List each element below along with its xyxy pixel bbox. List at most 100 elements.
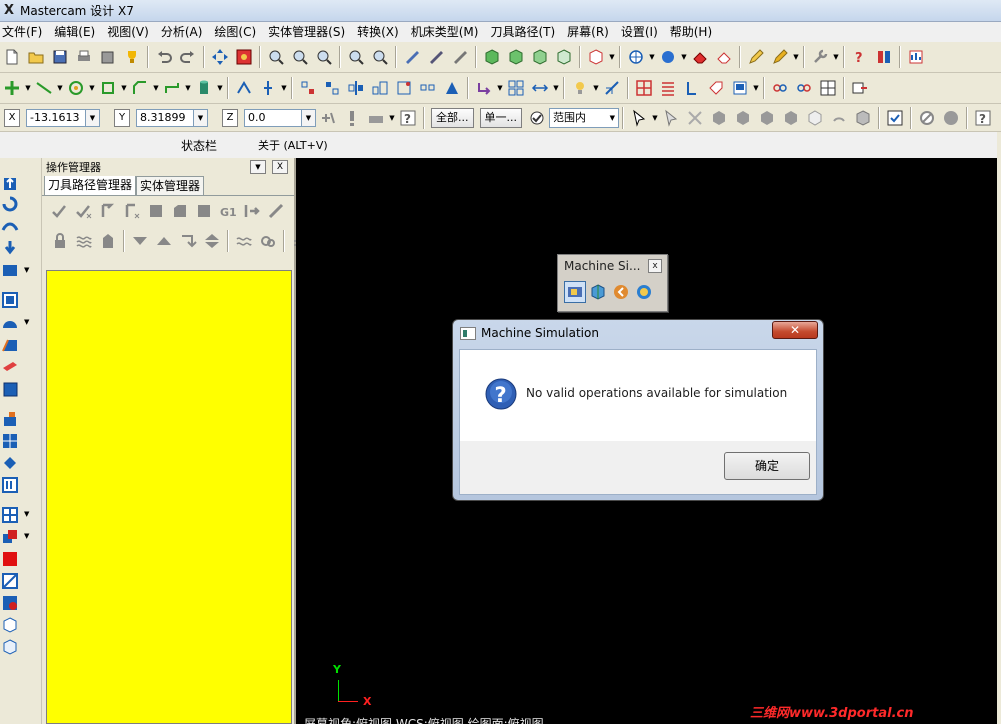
x-coordinate-label[interactable]: X bbox=[4, 108, 20, 127]
sweep-icon[interactable] bbox=[1, 218, 19, 236]
undo-icon[interactable] bbox=[153, 46, 175, 68]
selection-grip-icon[interactable] bbox=[684, 107, 706, 129]
hex-icon[interactable] bbox=[732, 107, 754, 129]
chevron-down-icon[interactable]: ▼ bbox=[120, 77, 128, 99]
wave-off-icon[interactable] bbox=[233, 230, 255, 252]
wire-cube-icon[interactable] bbox=[1, 616, 19, 634]
select-single-button[interactable]: 单一... bbox=[479, 107, 522, 128]
redo-icon[interactable] bbox=[177, 46, 199, 68]
wireframe-icon[interactable] bbox=[425, 46, 447, 68]
zoom-window-icon[interactable] bbox=[265, 46, 287, 68]
array-icon[interactable] bbox=[417, 77, 439, 99]
x-coordinate-field[interactable] bbox=[26, 108, 86, 127]
post-g1-icon[interactable]: G1 bbox=[217, 200, 239, 222]
scale-icon[interactable] bbox=[369, 77, 391, 99]
move-up-icon[interactable] bbox=[153, 230, 175, 252]
menu-view[interactable]: 视图(V) bbox=[101, 22, 155, 42]
spline-icon[interactable] bbox=[161, 77, 183, 99]
chevron-down-icon[interactable]: ▼ bbox=[88, 77, 96, 99]
open-folder-icon[interactable] bbox=[25, 46, 47, 68]
fillet-solid-icon[interactable] bbox=[1, 314, 19, 332]
menu-help[interactable]: 帮助(H) bbox=[664, 22, 718, 42]
boolean-icon[interactable] bbox=[1, 291, 19, 309]
rotate-icon[interactable] bbox=[321, 77, 343, 99]
verify-selection-icon[interactable] bbox=[526, 107, 548, 129]
circle-icon[interactable] bbox=[65, 77, 87, 99]
help-icon[interactable]: ? bbox=[849, 46, 871, 68]
chevron-down-icon[interactable]: ▼ bbox=[24, 266, 29, 274]
panel-menu-button[interactable]: ▼ bbox=[250, 160, 266, 174]
backplot-icon[interactable] bbox=[145, 200, 167, 222]
chamfer-icon[interactable] bbox=[129, 77, 151, 99]
light-icon[interactable] bbox=[569, 77, 591, 99]
move-icon[interactable] bbox=[209, 46, 231, 68]
wrench-icon[interactable] bbox=[809, 46, 831, 68]
thicken-icon[interactable] bbox=[1, 380, 19, 398]
cube-icon[interactable] bbox=[481, 46, 503, 68]
chevron-down-icon[interactable]: ▼ bbox=[496, 77, 504, 99]
y-coordinate-label[interactable]: Y bbox=[114, 108, 130, 127]
regenerate-icon[interactable] bbox=[97, 200, 119, 222]
status-bar-button[interactable]: 状态栏 bbox=[181, 137, 217, 154]
red-square-icon[interactable] bbox=[1, 550, 19, 568]
unzoom-icon[interactable] bbox=[345, 46, 367, 68]
lock-icon[interactable] bbox=[49, 230, 71, 252]
chevron-down-icon[interactable]: ▼ bbox=[792, 46, 800, 68]
machine-sim-back-icon[interactable] bbox=[610, 281, 632, 303]
chevron-down-icon[interactable]: ▼ bbox=[592, 77, 600, 99]
list-rows-icon[interactable] bbox=[657, 77, 679, 99]
verify-icon[interactable] bbox=[169, 200, 191, 222]
chevron-down-icon[interactable]: ▼ bbox=[56, 77, 64, 99]
tag-icon[interactable] bbox=[705, 77, 727, 99]
combine-icon[interactable] bbox=[1, 528, 19, 546]
move-both-icon[interactable] bbox=[201, 230, 223, 252]
ruler-icon[interactable] bbox=[365, 107, 387, 129]
no-entry-icon[interactable] bbox=[916, 107, 938, 129]
regenerate-dirty-icon[interactable] bbox=[121, 200, 143, 222]
pencil-icon[interactable] bbox=[745, 46, 767, 68]
wave-icon[interactable] bbox=[73, 230, 95, 252]
machine-sim-toolbar-titlebar[interactable]: Machine Si... x bbox=[558, 255, 667, 277]
trophy-icon[interactable] bbox=[121, 46, 143, 68]
fast-point-icon[interactable] bbox=[317, 107, 339, 129]
menu-settings[interactable]: 设置(I) bbox=[615, 22, 664, 42]
menu-file[interactable]: 文件(F) bbox=[0, 22, 48, 42]
translate-icon[interactable] bbox=[297, 77, 319, 99]
export-icon[interactable] bbox=[849, 77, 871, 99]
mirror-icon[interactable] bbox=[345, 77, 367, 99]
eraser-icon[interactable] bbox=[689, 46, 711, 68]
z-coordinate-field[interactable] bbox=[244, 108, 302, 127]
toggle-display-icon[interactable] bbox=[265, 200, 287, 222]
draft-icon[interactable] bbox=[1, 410, 19, 428]
check-box-icon[interactable] bbox=[884, 107, 906, 129]
y-coordinate-field[interactable] bbox=[136, 108, 194, 127]
chevron-down-icon[interactable]: ▼ bbox=[651, 107, 659, 129]
cube-green-icon[interactable] bbox=[505, 46, 527, 68]
chevron-down-icon[interactable]: ▼ bbox=[24, 532, 29, 540]
extrude-up-icon[interactable] bbox=[1, 175, 19, 193]
undo-curve-icon[interactable] bbox=[828, 107, 850, 129]
hidden-line-icon[interactable] bbox=[449, 46, 471, 68]
revolve-icon[interactable] bbox=[1, 195, 19, 213]
globe-icon[interactable] bbox=[625, 46, 647, 68]
table-grid-icon[interactable] bbox=[633, 77, 655, 99]
hex-icon[interactable] bbox=[756, 107, 778, 129]
shade-icon[interactable] bbox=[401, 46, 423, 68]
help-icon[interactable]: ? bbox=[972, 107, 994, 129]
new-file-icon[interactable] bbox=[1, 46, 23, 68]
hex-icon[interactable] bbox=[708, 107, 730, 129]
box-solid-icon[interactable] bbox=[1, 261, 19, 279]
shell-icon[interactable] bbox=[1, 358, 19, 376]
cursor-multi-icon[interactable] bbox=[660, 107, 682, 129]
fit-icon[interactable] bbox=[233, 46, 255, 68]
chevron-down-icon[interactable]: ▼ bbox=[280, 77, 288, 99]
chevron-down-icon[interactable]: ▼ bbox=[552, 77, 560, 99]
chart-icon[interactable] bbox=[905, 46, 927, 68]
project-icon[interactable] bbox=[441, 77, 463, 99]
chevron-down-icon[interactable]: ▼ bbox=[24, 510, 29, 518]
trim-icon[interactable] bbox=[233, 77, 255, 99]
chevron-down-icon[interactable]: ▼ bbox=[302, 108, 316, 127]
surface-red-icon[interactable] bbox=[1, 594, 19, 612]
save-icon[interactable] bbox=[49, 46, 71, 68]
about-button[interactable]: 关于 (ALT+V) bbox=[258, 137, 328, 153]
